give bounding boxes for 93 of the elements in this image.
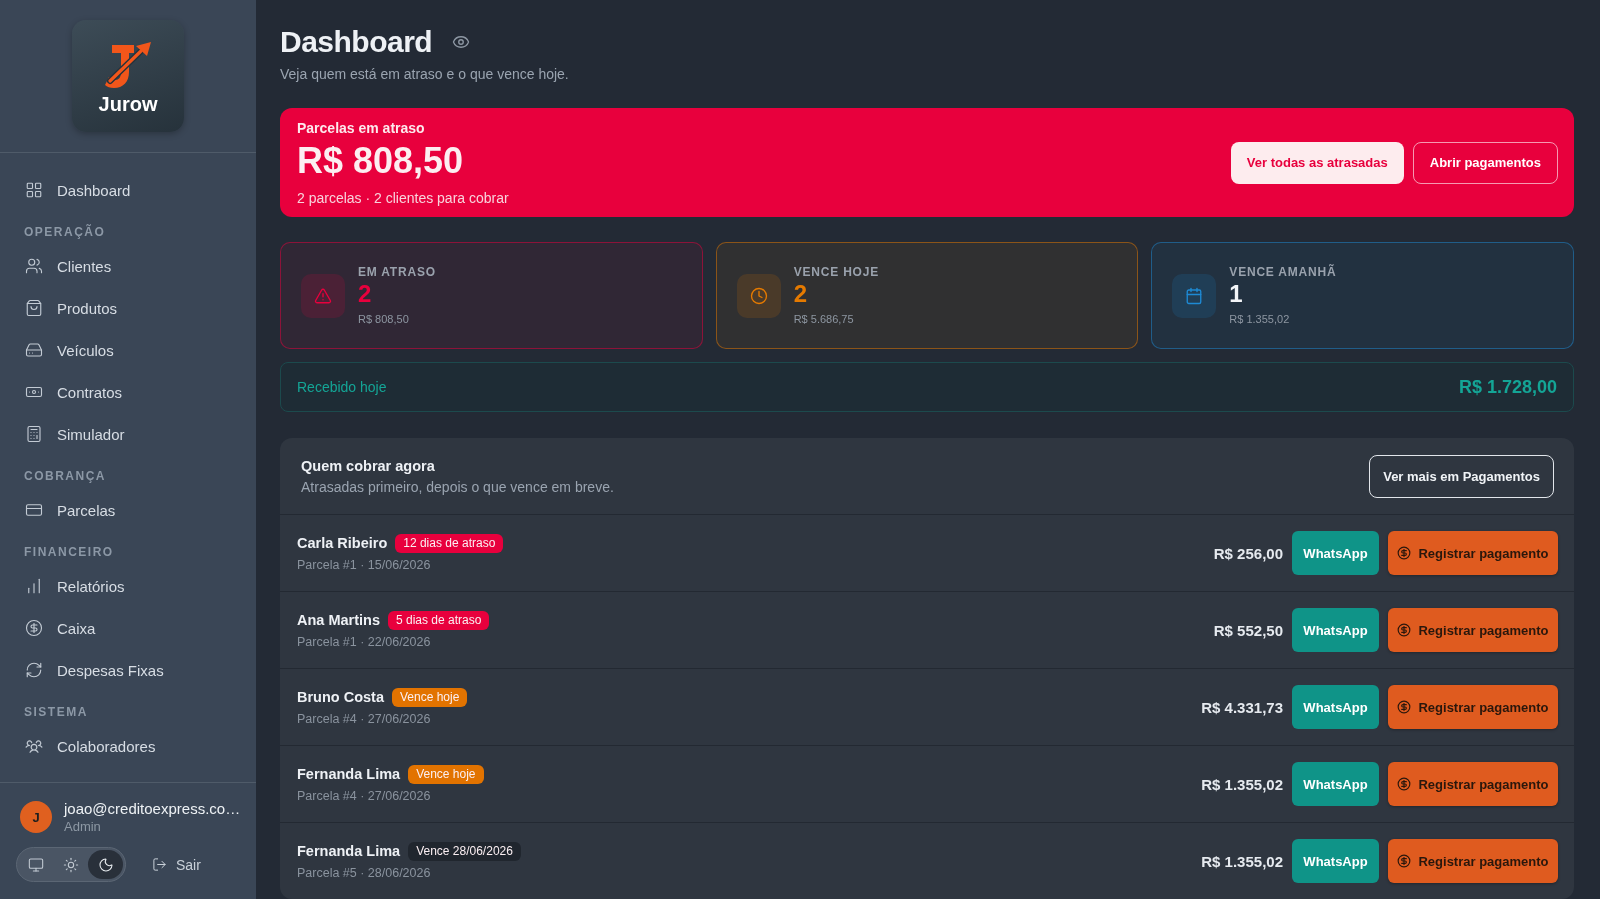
eye-icon[interactable]: [452, 33, 471, 51]
user-avatar: J: [20, 801, 52, 833]
dollar-icon: [1397, 854, 1412, 868]
dollar-icon: [1397, 700, 1412, 714]
nav-item[interactable]: Colaboradores: [0, 725, 164, 767]
page-title: Dashboard: [280, 24, 433, 60]
installment-detail: Parcela #4 · 27/06/2026: [297, 711, 432, 727]
theme-option[interactable]: [88, 850, 123, 879]
nav-item[interactable]: Relatórios: [0, 565, 133, 607]
stat-value: 1: [1229, 280, 1244, 309]
group-icon: [25, 737, 43, 755]
logo-icon: [103, 41, 153, 91]
nav-section-label: OPERAÇÃO: [24, 224, 106, 240]
client-name: Fernanda Lima: [297, 842, 401, 861]
logout-button[interactable]: Sair: [148, 854, 205, 875]
nav-item[interactable]: Parcelas: [0, 489, 124, 531]
register-payment-button[interactable]: Registrar pagamento: [1388, 531, 1558, 575]
nav-item[interactable]: Contratos: [0, 371, 131, 413]
bag-icon: [25, 299, 43, 317]
logo-text: Jurow: [98, 93, 158, 115]
dollar-icon: [25, 619, 43, 637]
stat-label: EM ATRASO: [358, 265, 436, 281]
view-more-button[interactable]: Ver mais em Pagamentos: [1369, 454, 1554, 498]
stat-label: VENCE HOJE: [793, 265, 879, 281]
received-label: Recebido hoje: [297, 379, 387, 396]
register-payment-button[interactable]: Registrar pagamento: [1388, 839, 1558, 883]
refresh-icon: [25, 661, 43, 679]
bar-chart-icon: [25, 577, 43, 595]
nav-section-label: COBRANÇA: [24, 468, 106, 484]
register-payment-button[interactable]: Registrar pagamento: [1388, 608, 1558, 652]
sun-icon: [62, 856, 79, 873]
whatsapp-button[interactable]: WhatsApp: [1292, 608, 1379, 652]
stat-amount: R$ 1.355,02: [1229, 312, 1291, 327]
nav-item[interactable]: Produtos: [0, 287, 126, 329]
panel-title: Quem cobrar agora: [301, 456, 436, 475]
stat-value: 2: [358, 280, 373, 309]
nav-item[interactable]: Clientes: [0, 245, 120, 287]
calculator-icon: [25, 425, 43, 443]
credit-card-icon: [25, 501, 43, 519]
nav-item[interactable]: Veículos: [0, 329, 122, 371]
client-name: Fernanda Lima: [297, 765, 401, 784]
row-amount: R$ 4.331,73: [1201, 698, 1283, 716]
monitor-icon: [27, 856, 44, 873]
stat-value: 2: [793, 280, 808, 309]
received-amount: R$ 1.728,00: [1458, 376, 1557, 398]
status-tag: Vence hoje: [392, 687, 468, 707]
dollar-icon: [1397, 777, 1412, 791]
row-amount: R$ 552,50: [1213, 621, 1283, 639]
panel-subtitle: Atrasadas primeiro, depois o que vence em breve.: [301, 477, 614, 496]
row-amount: R$ 1.355,02: [1201, 852, 1283, 870]
banner-summary: 2 parcelas · 2 clientes para cobrar: [297, 188, 509, 207]
user-email: joao@creditoexpress.co…: [64, 800, 241, 817]
nav-item[interactable]: Caixa: [0, 607, 104, 649]
users-icon: [25, 257, 43, 275]
nav-item[interactable]: Simulador: [0, 413, 133, 455]
register-payment-button[interactable]: Registrar pagamento: [1388, 685, 1558, 729]
status-tag: 5 dias de atraso: [388, 610, 490, 630]
banner-button[interactable]: Ver todas as atrasadas: [1230, 141, 1404, 184]
dollar-icon: [1397, 623, 1412, 637]
client-name: Bruno Costa: [297, 688, 384, 707]
nav-section-label: SISTEMA: [24, 704, 88, 720]
whatsapp-button[interactable]: WhatsApp: [1292, 685, 1379, 729]
banner-button[interactable]: Abrir pagamentos: [1412, 141, 1558, 184]
row-amount: R$ 1.355,02: [1201, 775, 1283, 793]
nav-section-label: FINANCEIRO: [24, 544, 114, 560]
banner-label: Parcelas em atraso: [297, 118, 426, 137]
banner-amount: R$ 808,50: [297, 138, 465, 183]
row-amount: R$ 256,00: [1213, 544, 1283, 562]
stat-amount: R$ 808,50: [358, 312, 410, 327]
logout-icon: [152, 857, 167, 872]
client-name: Carla Ribeiro: [297, 534, 388, 553]
status-tag: Vence hoje: [408, 764, 484, 784]
whatsapp-button[interactable]: WhatsApp: [1292, 762, 1379, 806]
status-tag: Vence 28/06/2026: [408, 841, 521, 861]
installment-detail: Parcela #1 · 15/06/2026: [297, 557, 432, 573]
register-payment-button[interactable]: Registrar pagamento: [1388, 762, 1558, 806]
page-subtitle: Veja quem está em atraso e o que vence hoje.: [280, 65, 570, 84]
nav-item[interactable]: Dashboard: [0, 169, 139, 211]
installment-detail: Parcela #4 · 27/06/2026: [297, 788, 432, 804]
stat-amount: R$ 5.686,75: [793, 312, 855, 327]
installment-detail: Parcela #5 · 28/06/2026: [297, 865, 432, 881]
status-tag: 12 dias de atraso: [395, 533, 504, 553]
client-name: Ana Martins: [297, 611, 380, 630]
dollar-icon: [1397, 546, 1412, 560]
grid-icon: [25, 181, 43, 199]
drive-icon: [25, 341, 43, 359]
user-role: Admin: [64, 819, 102, 834]
nav-item[interactable]: Despesas Fixas: [0, 649, 172, 691]
moon-icon: [97, 856, 114, 873]
installment-detail: Parcela #1 · 22/06/2026: [297, 634, 432, 650]
whatsapp-button[interactable]: WhatsApp: [1292, 531, 1379, 575]
stat-label: VENCE AMANHÃ: [1229, 265, 1337, 281]
whatsapp-button[interactable]: WhatsApp: [1292, 839, 1379, 883]
